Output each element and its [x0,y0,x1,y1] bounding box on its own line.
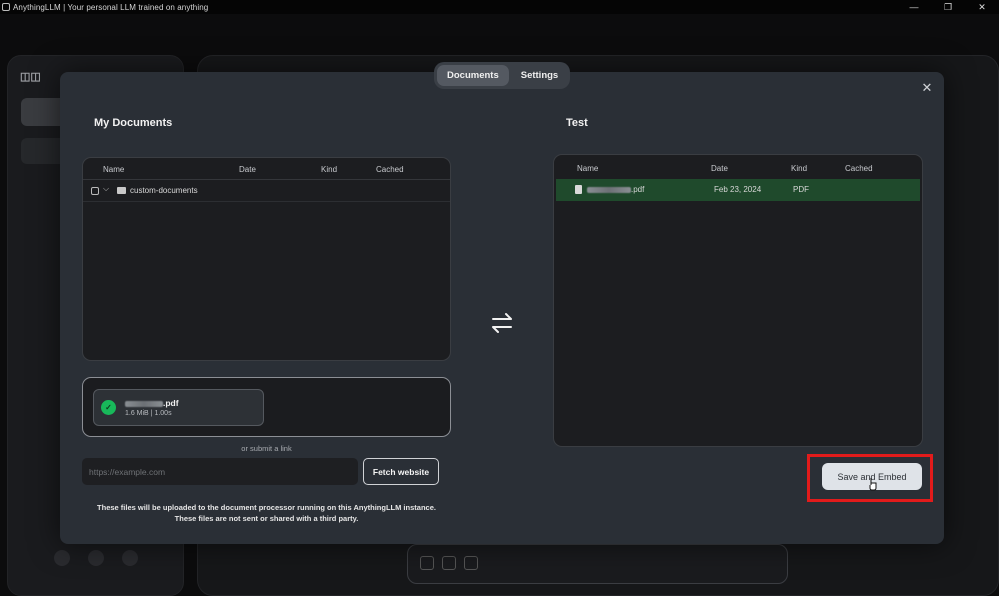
column-name[interactable]: Name [103,165,124,174]
column-kind[interactable]: Kind [791,164,807,173]
docs-icon [88,550,104,566]
fetch-website-button[interactable]: Fetch website [363,458,439,485]
discord-icon [122,550,138,566]
restore-button[interactable]: ❐ [931,0,965,14]
chat-icon [442,556,456,570]
window-titlebar: AnythingLLM | Your personal LLM trained … [0,0,999,14]
background-logo: ◫◫ [20,71,41,83]
redacted-filename [125,400,163,407]
chevron-down-icon[interactable]: ⌵ [103,184,109,194]
folder-icon [117,187,126,194]
or-submit-link-label: or submit a link [241,444,292,453]
background-footer-icons [54,550,138,566]
folder-checkbox[interactable] [91,187,99,195]
uploaded-file-name: .pdf [125,398,179,408]
workspace-file-name: .pdf [587,185,644,194]
my-documents-header: Name Date Kind Cached [83,158,450,180]
minimize-button[interactable]: — [897,0,931,14]
my-documents-title: My Documents [94,117,173,129]
redacted-filename [587,186,631,193]
workspace-file-row[interactable]: .pdf Feb 23, 2024 PDF [556,179,920,201]
notice-line-2: These files are not sent or shared with … [174,514,359,523]
column-date[interactable]: Date [239,165,256,174]
tab-settings[interactable]: Settings [511,65,568,86]
column-kind[interactable]: Kind [321,165,337,174]
modal-tabs: Documents Settings [434,62,570,89]
file-icon [575,185,582,194]
uploaded-file-card: ✓ .pdf 1.6 MiB | 1.00s [93,389,264,426]
hand-cursor-icon [869,478,877,491]
background-prompt-icons [420,556,478,570]
workspace-header: Name Date Kind Cached [554,155,922,177]
check-circle-icon: ✓ [101,400,116,415]
my-documents-table: Name Date Kind Cached ⌵ custom-documents [82,157,451,361]
folder-row[interactable]: ⌵ custom-documents [83,180,450,202]
workspace-file-kind: PDF [793,185,809,194]
notice-line-1: These files will be uploaded to the docu… [97,503,436,512]
uploaded-file-meta: 1.6 MiB | 1.00s [125,410,172,417]
workspace-documents-table: Name Date Kind Cached .pdf Feb 23, 2024 … [553,154,923,447]
tab-documents[interactable]: Documents [437,65,509,86]
window-title: AnythingLLM | Your personal LLM trained … [13,2,209,12]
column-cached[interactable]: Cached [845,164,873,173]
close-modal-icon[interactable]: ✕ [919,80,935,96]
column-cached[interactable]: Cached [376,165,404,174]
app-icon [2,3,10,11]
swap-arrows-icon [492,313,512,333]
settings-icon [420,556,434,570]
github-icon [54,550,70,566]
upload-notice: These files will be uploaded to the docu… [82,502,451,524]
workspace-file-date: Feb 23, 2024 [714,185,762,194]
url-input[interactable] [82,458,358,485]
edit-icon [464,556,478,570]
window-controls: — ❐ ✕ [897,0,999,14]
folder-name: custom-documents [130,186,198,195]
column-name[interactable]: Name [577,164,598,173]
workspace-title: Test [566,117,588,129]
column-date[interactable]: Date [711,164,728,173]
close-window-button[interactable]: ✕ [965,0,999,14]
